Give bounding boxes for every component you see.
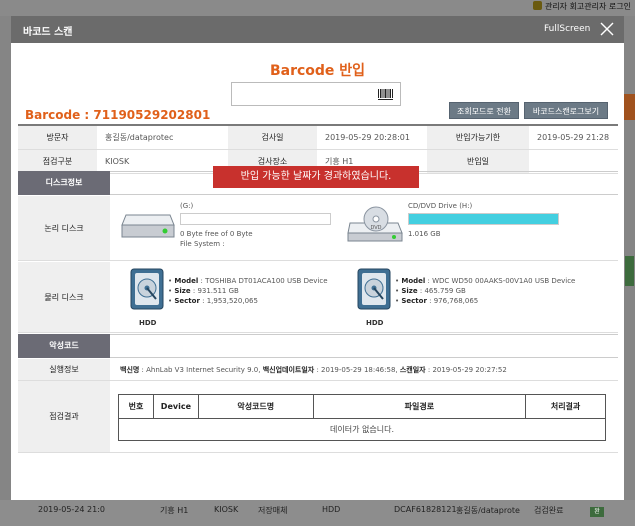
entry-date-value [529, 150, 618, 173]
page-heading: Barcode 반입 [269, 63, 366, 79]
visitor-value: 홍길동/dataprotec [105, 133, 174, 142]
barcode-number: Barcode : 71190529202801 [25, 108, 211, 122]
run-info-label: 실행정보 [18, 359, 110, 380]
category-label: 점검구분 [18, 150, 97, 173]
col-number: 번호 [118, 394, 154, 419]
disk-info-section-title: 디스크정보 [18, 171, 110, 195]
logical-disk-filesystem: File System : [180, 240, 225, 248]
barcode-scan-log-button[interactable]: 바코드스캔로그보기 [524, 102, 608, 119]
deadline-value: 2019-05-29 21:28 [537, 133, 610, 142]
logical-disk-usage-bar [180, 213, 331, 225]
background-status-badge: 완 [590, 507, 604, 517]
background-user-info: 관리자 회고관리자 로그인 [532, 1, 631, 12]
category-value: KIOSK [105, 157, 130, 166]
col-process-result: 처리결과 [525, 394, 606, 419]
info-row: 방문자 홍길동/dataprotec 검사일 2019-05-29 20:28:… [18, 126, 618, 150]
logical-disk-name: (G:) [180, 202, 194, 210]
physical-disk-label: 물리 디스크 [18, 262, 110, 332]
col-malware-name: 악성코드명 [197, 394, 314, 419]
empty-message: 데이터가 없습니다. [118, 418, 606, 441]
inspect-date-label: 검사일 [228, 126, 317, 149]
row-divider [18, 260, 618, 261]
modal-header: 바코드 스캔 FullScreen [11, 16, 624, 43]
barcode-icon [378, 89, 393, 100]
row-divider [18, 332, 618, 333]
hdd-icon [357, 268, 391, 310]
barcode-scan-input[interactable] [231, 82, 401, 106]
malware-result-table: 번호 Device 악성코드명 파일경로 처리결과 데이터가 없습니다. [118, 394, 606, 441]
hdd-caption: HDD [139, 319, 157, 327]
background-topbar: 관리자 회고관리자 로그인 [0, 0, 635, 16]
cd-dvd-usage: 1.016 GB [408, 230, 441, 238]
usage-fill [409, 214, 558, 224]
col-file-path: 파일경로 [312, 394, 527, 419]
background-right-strip [624, 16, 635, 526]
logical-disk-label: 논리 디스크 [18, 196, 110, 261]
hard-drive-icon [121, 214, 175, 238]
physical-disk-specs: • Model : WDC WD50 00AAKS-00V1A0 USB Dev… [395, 277, 576, 305]
deadline-label: 반입가능기한 [427, 126, 529, 149]
hdd-caption: HDD [366, 319, 384, 327]
fullscreen-button[interactable]: FullScreen [544, 24, 590, 34]
modal-title: 바코드 스캔 [23, 27, 73, 38]
visitor-label: 방문자 [18, 126, 97, 149]
cd-dvd-usage-bar [408, 213, 559, 225]
background-green-button [625, 256, 634, 286]
malware-section-bar [110, 334, 618, 358]
lookup-mode-button[interactable]: 조회모드로 전환 [449, 102, 519, 119]
inspect-date-value: 2019-05-29 20:28:01 [325, 133, 410, 142]
dvd-drive-icon: DVD [347, 206, 403, 242]
background-table-row: 2019-05-24 21:0 기흥 H1 KIOSK 저장매체 HDD DCA… [0, 500, 635, 526]
hdd-icon [130, 268, 164, 310]
background-orange-button [624, 94, 635, 120]
svg-text:DVD: DVD [370, 225, 381, 231]
malware-section-title: 악성코드 [18, 334, 110, 358]
col-device: Device [152, 394, 199, 419]
admin-icon [532, 1, 542, 10]
vaccine-info: 백신명 : AhnLab V3 Internet Security 9.0, 백… [120, 366, 507, 374]
physical-disk-specs: • Model : TOSHIBA DT01ACA100 USB Device … [168, 277, 328, 305]
expired-alert: 반입 가능한 날짜가 경과하였습니다. [213, 166, 419, 188]
barcode-scan-modal: 바코드 스캔 FullScreen Barcode 반입 조회모드로 전환 바코… [11, 16, 624, 500]
close-icon[interactable] [599, 21, 615, 37]
row-divider [18, 452, 618, 453]
table-row: 데이터가 없습니다. [118, 418, 606, 441]
entry-date-label: 반입일 [427, 150, 529, 173]
check-result-label: 점검결과 [18, 381, 110, 452]
cd-dvd-drive-name: CD/DVD Drive (H:) [408, 202, 473, 210]
background-left-strip [0, 16, 11, 526]
